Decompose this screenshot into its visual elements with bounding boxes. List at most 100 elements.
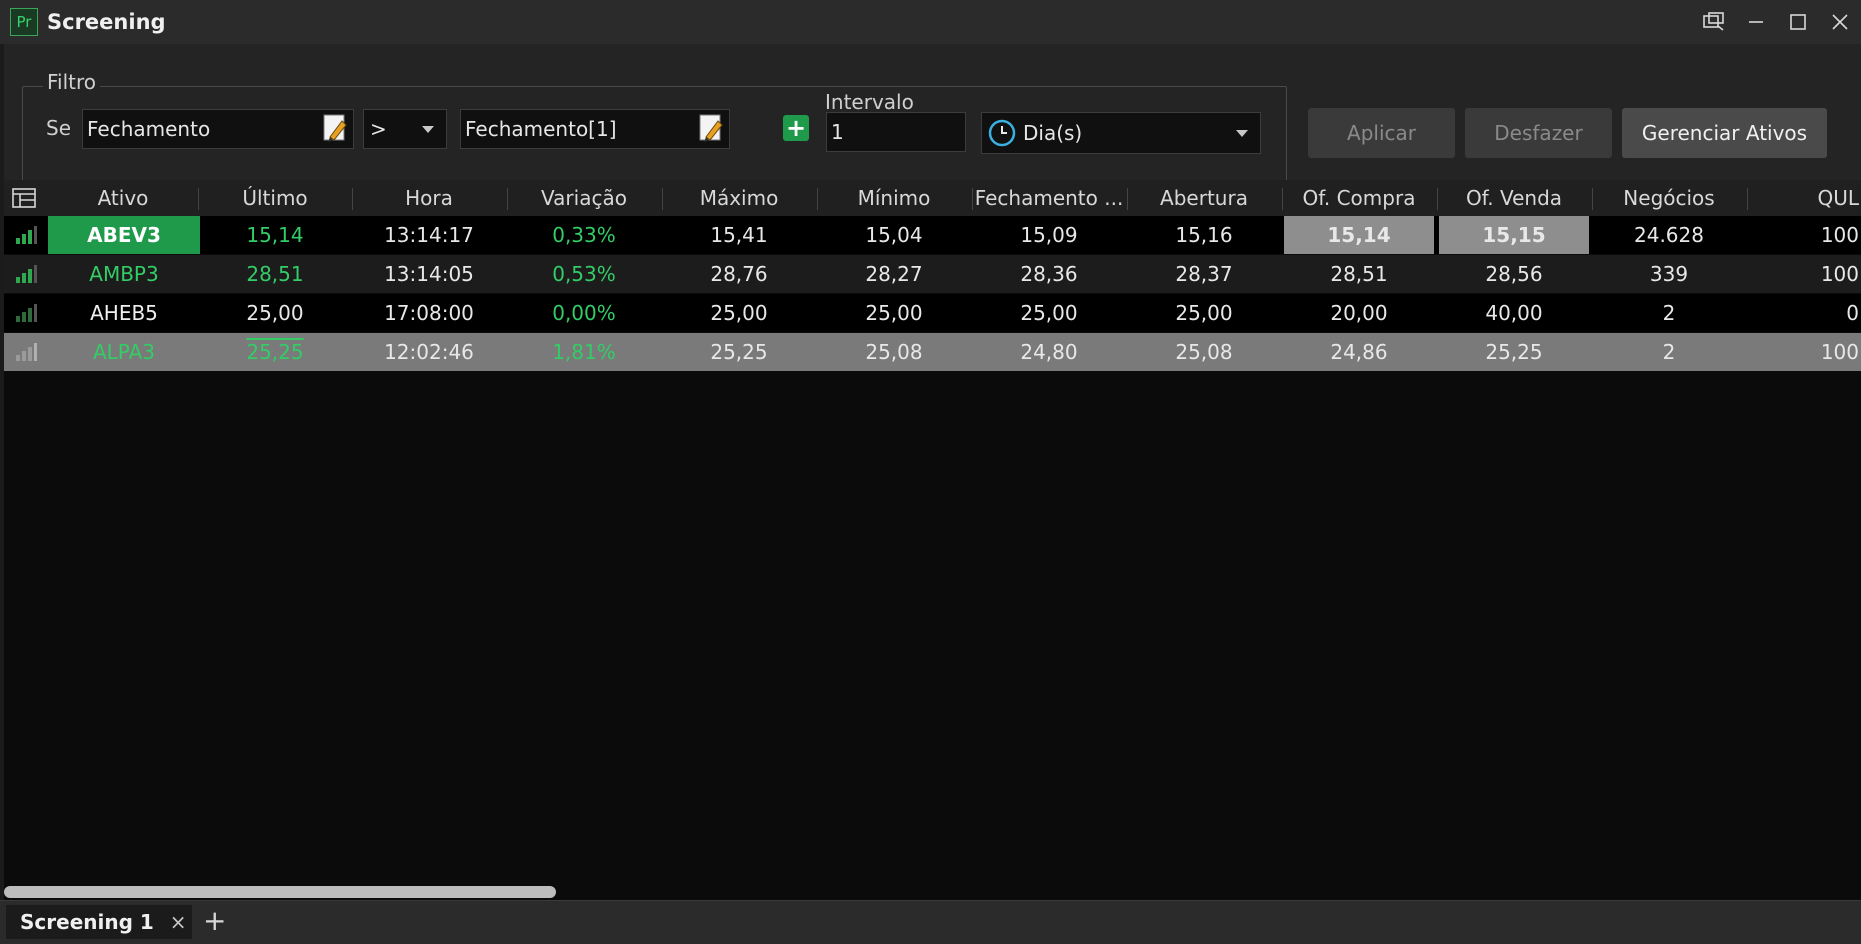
app-logo-icon: Pr (10, 8, 38, 36)
period-value: Dia(s) (1023, 121, 1083, 145)
cell-hora: 13:14:17 (384, 223, 474, 247)
tab-screening-1[interactable]: Screening 1 × (6, 905, 192, 939)
cell-of-compra: 28,51 (1330, 262, 1388, 286)
cell-ultimo: 25,25 (246, 340, 304, 364)
add-tab-button[interactable]: + (203, 907, 226, 935)
tab-close-icon[interactable]: × (170, 910, 187, 934)
cell-negocios: 2 (1662, 301, 1676, 325)
signal-strength-icon (16, 226, 37, 244)
operator-value: > (370, 117, 387, 141)
cell-maximo: 25,00 (710, 301, 768, 325)
column-separator[interactable] (1282, 188, 1283, 210)
column-chooser-icon[interactable] (12, 188, 36, 208)
cell-abertura: 25,00 (1175, 301, 1233, 325)
plus-icon: + (785, 114, 807, 142)
cell-of-compra: 24,86 (1330, 340, 1388, 364)
add-condition-button[interactable]: + (783, 114, 809, 142)
column-separator[interactable] (662, 188, 663, 210)
filter-legend: Filtro (43, 70, 101, 94)
cell-ativo: ABEV3 (48, 216, 200, 254)
condition-field-2[interactable]: Fechamento[1] (460, 109, 730, 149)
column-header-fechamento[interactable]: Fechamento ... (974, 180, 1124, 216)
apply-button[interactable]: Aplicar (1308, 108, 1455, 158)
condition-field-1-value: Fechamento (87, 117, 211, 141)
cell-fechamento: 15,09 (1020, 223, 1078, 247)
column-separator[interactable] (972, 188, 973, 210)
grid-header: Ativo Último Hora Variação Máximo Mínimo Fecha… (4, 180, 1861, 216)
cell-hora: 13:14:05 (384, 262, 474, 286)
cell-variacao: 1,81% (552, 340, 616, 364)
column-header-abertura[interactable]: Abertura (1129, 180, 1279, 216)
detach-icon (1703, 12, 1724, 31)
table-row[interactable]: AHEB5 25,00 17:08:00 0,00% 25,00 25,00 25,00 25… (4, 294, 1861, 332)
close-icon (1832, 14, 1848, 30)
cell-fechamento: 28,36 (1020, 262, 1078, 286)
window-title: Screening (47, 10, 166, 34)
column-separator[interactable] (1747, 188, 1748, 210)
column-header-ultimo[interactable]: Último (200, 180, 350, 216)
column-separator[interactable] (198, 188, 199, 210)
cell-negocios: 2 (1662, 340, 1676, 364)
edit-field-1-icon[interactable] (322, 113, 350, 143)
cell-qul: 100 (1820, 223, 1859, 247)
chevron-down-icon (422, 126, 434, 133)
cell-of-venda: 40,00 (1485, 301, 1543, 325)
condition-field-2-value: Fechamento[1] (465, 117, 617, 141)
cell-maximo: 15,41 (710, 223, 768, 247)
column-header-minimo[interactable]: Mínimo (819, 180, 969, 216)
undo-button[interactable]: Desfazer (1465, 108, 1612, 158)
cell-minimo: 15,04 (865, 223, 923, 247)
column-header-hora[interactable]: Hora (354, 180, 504, 216)
cell-ativo: AHEB5 (90, 301, 158, 325)
detach-window-button[interactable] (1693, 0, 1735, 44)
cell-minimo: 25,08 (865, 340, 923, 364)
signal-strength-icon (16, 265, 37, 283)
column-header-maximo[interactable]: Máximo (664, 180, 814, 216)
cell-ativo: ALPA3 (92, 340, 155, 364)
table-row[interactable]: ABEV3 15,14 13:14:17 0,33% 15,41 15,04 15,09 15… (4, 216, 1861, 254)
cell-fechamento: 24,80 (1020, 340, 1078, 364)
interval-input[interactable]: 1 (826, 112, 966, 152)
column-header-variacao[interactable]: Variação (509, 180, 659, 216)
signal-strength-icon (16, 343, 37, 361)
minimize-button[interactable] (1735, 0, 1777, 44)
horizontal-scrollbar[interactable] (4, 886, 556, 898)
tab-label: Screening 1 (20, 910, 154, 934)
cell-negocios: 339 (1649, 262, 1689, 286)
column-header-of-venda[interactable]: Of. Venda (1439, 180, 1589, 216)
operator-select[interactable]: > (363, 109, 447, 149)
cell-qul: 100 (1820, 340, 1859, 364)
cell-ultimo: 25,00 (246, 301, 304, 325)
column-separator[interactable] (1127, 188, 1128, 210)
maximize-icon (1790, 14, 1806, 30)
period-select[interactable]: Dia(s) (981, 112, 1261, 154)
interval-value: 1 (831, 120, 844, 144)
edit-field-2-icon[interactable] (698, 113, 726, 143)
column-separator[interactable] (817, 188, 818, 210)
column-separator[interactable] (507, 188, 508, 210)
cell-of-venda: 28,56 (1485, 262, 1543, 286)
table-row[interactable]: ALPA3 25,25 12:02:46 1,81% 25,25 25,08 24,80 25… (4, 333, 1861, 371)
cell-variacao: 0,33% (552, 223, 616, 247)
cell-ultimo: 28,51 (246, 262, 304, 286)
column-header-negocios[interactable]: Negócios (1594, 180, 1744, 216)
cell-of-venda: 25,25 (1485, 340, 1543, 364)
cell-minimo: 28,27 (865, 262, 923, 286)
minimize-icon (1749, 21, 1763, 23)
condition-field-1[interactable]: Fechamento (82, 109, 354, 149)
close-button[interactable] (1819, 0, 1861, 44)
column-header-of-compra[interactable]: Of. Compra (1284, 180, 1434, 216)
cell-negocios: 24.628 (1634, 223, 1704, 247)
manage-assets-button[interactable]: Gerenciar Ativos (1622, 108, 1827, 158)
column-separator[interactable] (1437, 188, 1438, 210)
clock-icon (988, 119, 1016, 147)
cell-of-compra: 20,00 (1330, 301, 1388, 325)
column-header-ativo[interactable]: Ativo (48, 180, 198, 216)
column-separator[interactable] (352, 188, 353, 210)
cell-maximo: 25,25 (710, 340, 768, 364)
maximize-button[interactable] (1777, 0, 1819, 44)
cell-qul: 0 (1846, 301, 1859, 325)
column-separator[interactable] (1592, 188, 1593, 210)
table-row[interactable]: AMBP3 28,51 13:14:05 0,53% 28,76 28,27 28,36 28… (4, 255, 1861, 293)
column-header-qul[interactable]: QUL (1749, 180, 1859, 216)
